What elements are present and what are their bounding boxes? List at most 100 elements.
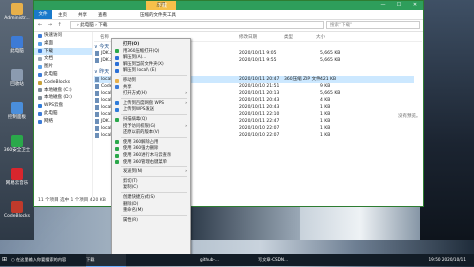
menu-item[interactable]: 重命名(M) [112,207,190,214]
menu-item-label: 上传到WPS发送 [123,107,155,113]
menu-item[interactable]: 复制(C) [112,184,190,191]
sidebar-item[interactable]: 本地磁盘 (D:) [34,94,92,102]
desktop-icon[interactable]: 控制面板 [0,102,34,120]
menu-item-label: 创建快捷方式(S) [123,195,155,200]
chevron-right-icon: › [185,91,187,97]
taskbar-item[interactable]: github-... [200,254,255,266]
menu-item-icon [115,49,119,54]
file-date: 2020/10/11 9:05 [239,51,277,56]
menu-item-icon [115,107,119,112]
window-title: 下载 [157,3,168,9]
zip-file-icon [95,91,99,96]
menu-separator [121,97,187,99]
desktop-icon-label: 控制面板 [8,115,26,120]
menu-item-label: 使用 360强力删除 [123,146,159,152]
header-date[interactable]: 修改日期 [239,34,257,40]
menu-item-label: 扫描病毒(Q) [123,117,147,122]
menu-item[interactable]: 还原以前的版本(V) [112,129,190,136]
zip-file-icon [95,98,99,103]
desktop-icon-glyph [11,102,23,114]
tab-home[interactable]: 主页 [58,12,67,18]
sidebar-item[interactable]: 图片 [34,63,92,71]
desktop-icon[interactable]: 360安全卫士 [0,135,34,153]
folder-icon [38,49,42,54]
tab-compressed-tools[interactable]: 压缩的文件夹工具 [140,12,176,18]
close-button[interactable]: ✕ [407,1,423,10]
sidebar-item[interactable]: WPS云盘 [34,102,92,110]
sidebar-item[interactable]: 网络 [34,118,92,126]
menu-item-icon [115,101,119,106]
desktop-icon[interactable]: Administr... [0,3,34,21]
sidebar-item[interactable]: 此电脑 [34,110,92,118]
menu-item[interactable]: 发送到(N) › [112,168,190,175]
sidebar-item-label: 网络 [44,118,53,124]
desktop-icon-glyph [11,135,23,147]
taskbar-clock[interactable]: 19:50 2020/10/11 [428,254,466,266]
header-name[interactable]: 名称 [100,34,109,40]
status-bar: 11 个项目 选中 1 个项目 420 KB [38,198,106,203]
sidebar-item[interactable]: 下载 [34,47,92,56]
menu-item-label: 剪切(T) [123,178,138,184]
menu-separator [121,114,187,115]
folder-icon [38,96,42,101]
menu-item-icon [115,68,119,73]
menu-item-label: 用360压缩打开(Q) [123,48,160,54]
maximize-button[interactable]: ☐ [391,1,407,10]
desktop-icon-glyph [11,168,23,180]
desktop-icon[interactable]: 回收站 [0,69,34,87]
menu-item[interactable]: 打开方式(H) › [112,90,190,97]
folder-icon [38,104,42,109]
sidebar-item[interactable]: 本地磁盘 (C:) [34,87,92,95]
tab-view[interactable]: 查看 [98,12,107,18]
desktop-icon-label: 网易云音乐 [5,181,29,186]
menu-item-icon [115,85,119,90]
taskbar-item[interactable]: 写文章-CSDN... [258,254,318,266]
desktop-icon[interactable]: 此电脑 [0,36,34,54]
sidebar-item[interactable]: 快速访问 [34,32,92,40]
file-date: 2020/10/11 20:43 [239,105,280,110]
header-type[interactable]: 类型 [284,34,293,40]
taskbar-item[interactable]: 下载 [86,254,126,267]
header-size[interactable]: 大小 [316,34,325,40]
sidebar-item-label: 本地磁盘 (C:) [44,87,72,93]
start-button[interactable]: ⊞ [0,254,9,266]
file-size: 9 KB [320,84,331,89]
zip-file-icon [95,58,99,63]
search-input[interactable]: 搜索"下载" [326,21,420,29]
folder-icon [38,111,42,116]
zip-file-icon [95,112,99,117]
menu-item-label: 解压到当前文件夹(X) [123,61,164,67]
folder-icon [38,80,42,85]
sidebar-item[interactable]: CodeBlocks [34,79,92,87]
sidebar-item-label: 此电脑 [44,71,58,77]
menu-item[interactable]: 解压到 local\ (E) [112,67,190,74]
file-size: 1 KB [320,112,331,117]
menu-item[interactable]: 上传到WPS发送 [112,106,190,113]
tab-share[interactable]: 共享 [78,12,87,18]
tab-file[interactable]: 文件 [34,10,52,19]
nav-arrows[interactable]: ← → ↑ [38,22,64,28]
menu-separator [121,136,187,138]
desktop-icon-glyph [11,69,23,81]
minimize-button[interactable]: — [375,1,391,10]
taskbar-item[interactable]: ○ 在这里输入你要搜索的内容 [11,254,89,266]
desktop-icon[interactable]: CodeBlocks [0,201,34,219]
menu-item-icon [115,153,119,158]
menu-item[interactable]: 使用 360管理右键菜单 [112,159,190,166]
desktop-icon[interactable]: 网易云音乐 [0,168,34,186]
file-size: 4 KB [320,98,331,103]
file-type: 360压缩 ZIP 文件 [284,77,321,82]
menu-separator [121,214,187,216]
folder-icon [38,72,42,77]
sidebar-item[interactable]: 文档 [34,55,92,63]
sidebar-item-label: CodeBlocks [44,79,71,85]
file-size: 5,665 KB [320,51,341,56]
menu-item-label: 授予访问权限(G) [123,123,156,129]
folder-icon [38,119,42,124]
menu-item[interactable]: 属性(R) [112,217,190,224]
file-size: 1 KB [320,119,331,124]
zip-file-icon [95,51,99,56]
sidebar-item[interactable]: 此电脑 [34,71,92,79]
sidebar-item[interactable]: 桌面 [34,40,92,48]
address-bar[interactable]: › 此电脑 › 下载 [70,21,324,29]
